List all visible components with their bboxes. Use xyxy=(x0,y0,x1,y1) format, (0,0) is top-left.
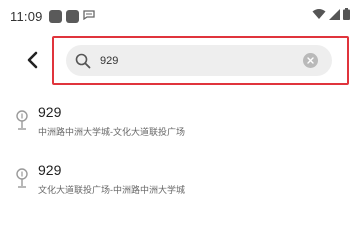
list-item[interactable]: 929 文化大道联投广场-中洲路中洲大学城 xyxy=(0,158,360,216)
app-notification-icon xyxy=(65,9,79,23)
status-time: 11:09 xyxy=(10,8,43,24)
bus-stop-icon xyxy=(15,110,29,132)
clear-search-button[interactable] xyxy=(303,53,318,68)
route-direction: 文化大道联投广场-中洲路中洲大学城 xyxy=(38,185,185,195)
status-bar: 11:09 xyxy=(0,0,360,32)
app-notification-icon xyxy=(48,9,62,23)
close-icon xyxy=(307,57,314,64)
notification-icons xyxy=(48,7,95,25)
route-number: 929 xyxy=(38,162,62,178)
message-notification-icon xyxy=(82,7,95,25)
chevron-left-icon xyxy=(27,51,38,69)
search-highlight-frame xyxy=(52,36,349,85)
wifi-icon xyxy=(312,7,326,25)
search-icon xyxy=(74,52,92,70)
route-number: 929 xyxy=(38,104,62,120)
battery-icon xyxy=(343,7,350,25)
route-direction: 中洲路中洲大学城-文化大道联投广场 xyxy=(38,127,185,137)
list-item[interactable]: 929 中洲路中洲大学城-文化大道联投广场 xyxy=(0,100,360,158)
signal-icon xyxy=(329,7,340,25)
back-button[interactable] xyxy=(20,46,44,74)
search-input[interactable] xyxy=(100,54,290,67)
status-icons xyxy=(312,0,350,32)
search-bar[interactable] xyxy=(66,45,332,76)
result-list: 929 中洲路中洲大学城-文化大道联投广场 929 文化大道联投广场-中洲路中洲… xyxy=(0,100,360,216)
bus-stop-icon xyxy=(15,168,29,190)
